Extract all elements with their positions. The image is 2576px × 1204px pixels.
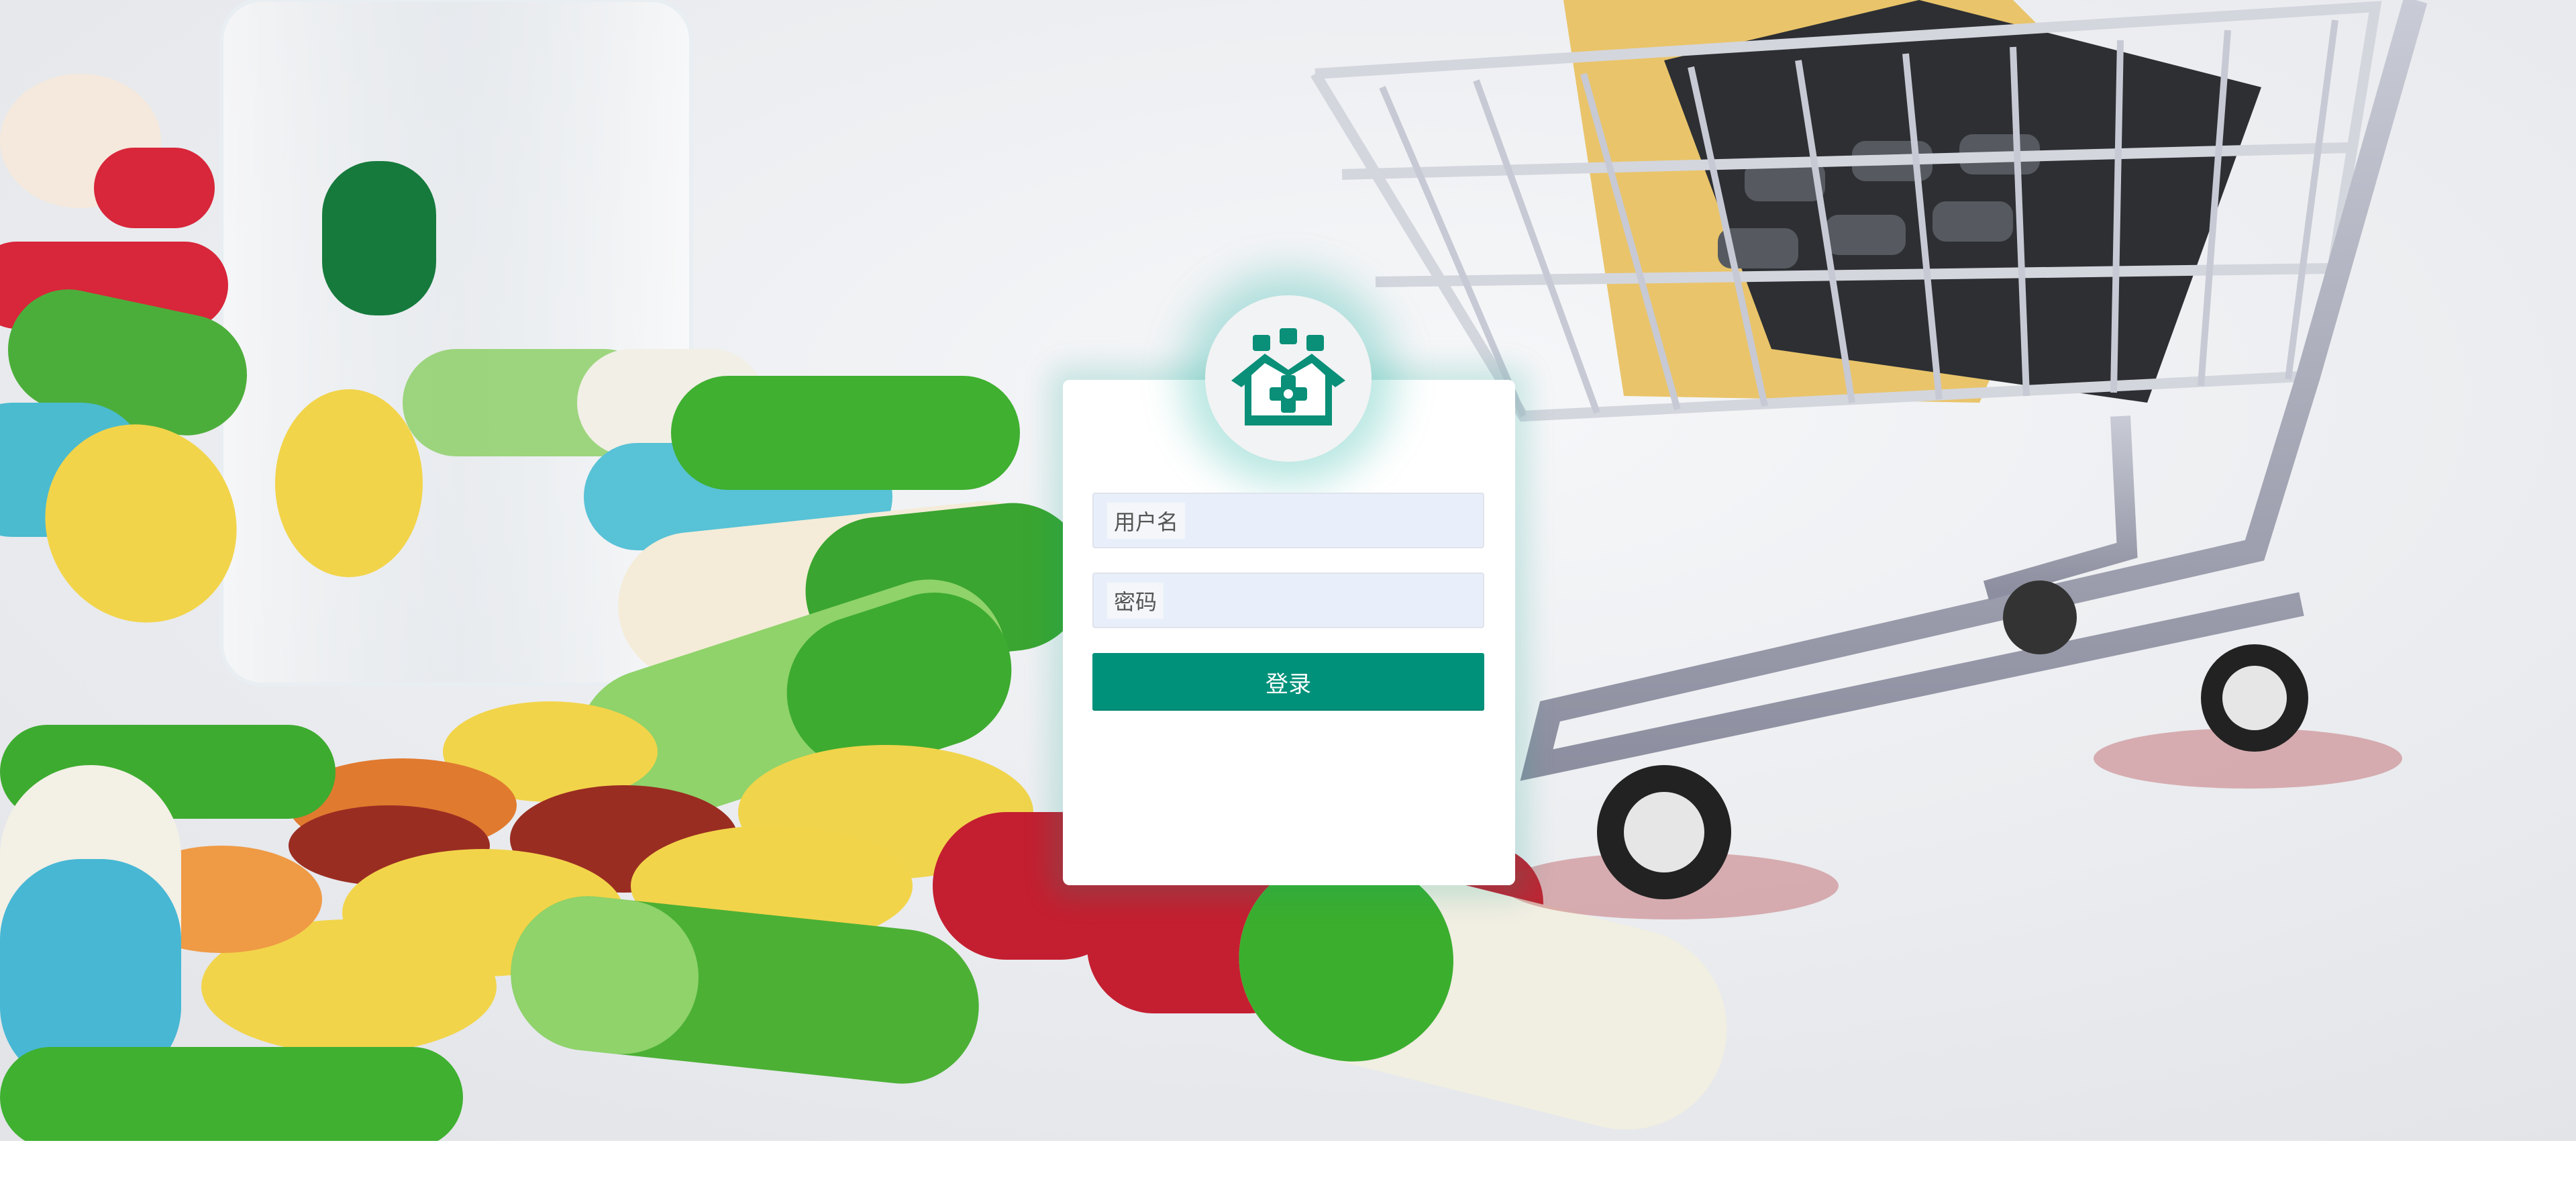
logo-badge — [1205, 295, 1372, 462]
username-input[interactable] — [1094, 494, 1483, 547]
login-button[interactable]: 登录 — [1092, 653, 1484, 711]
username-field[interactable]: 用户名 — [1092, 493, 1484, 548]
medical-house-icon — [1231, 328, 1345, 425]
password-field[interactable]: 密码 — [1092, 572, 1484, 628]
login-page: 用户名 密码 登录 — [0, 0, 2576, 1204]
password-input[interactable] — [1094, 574, 1483, 627]
